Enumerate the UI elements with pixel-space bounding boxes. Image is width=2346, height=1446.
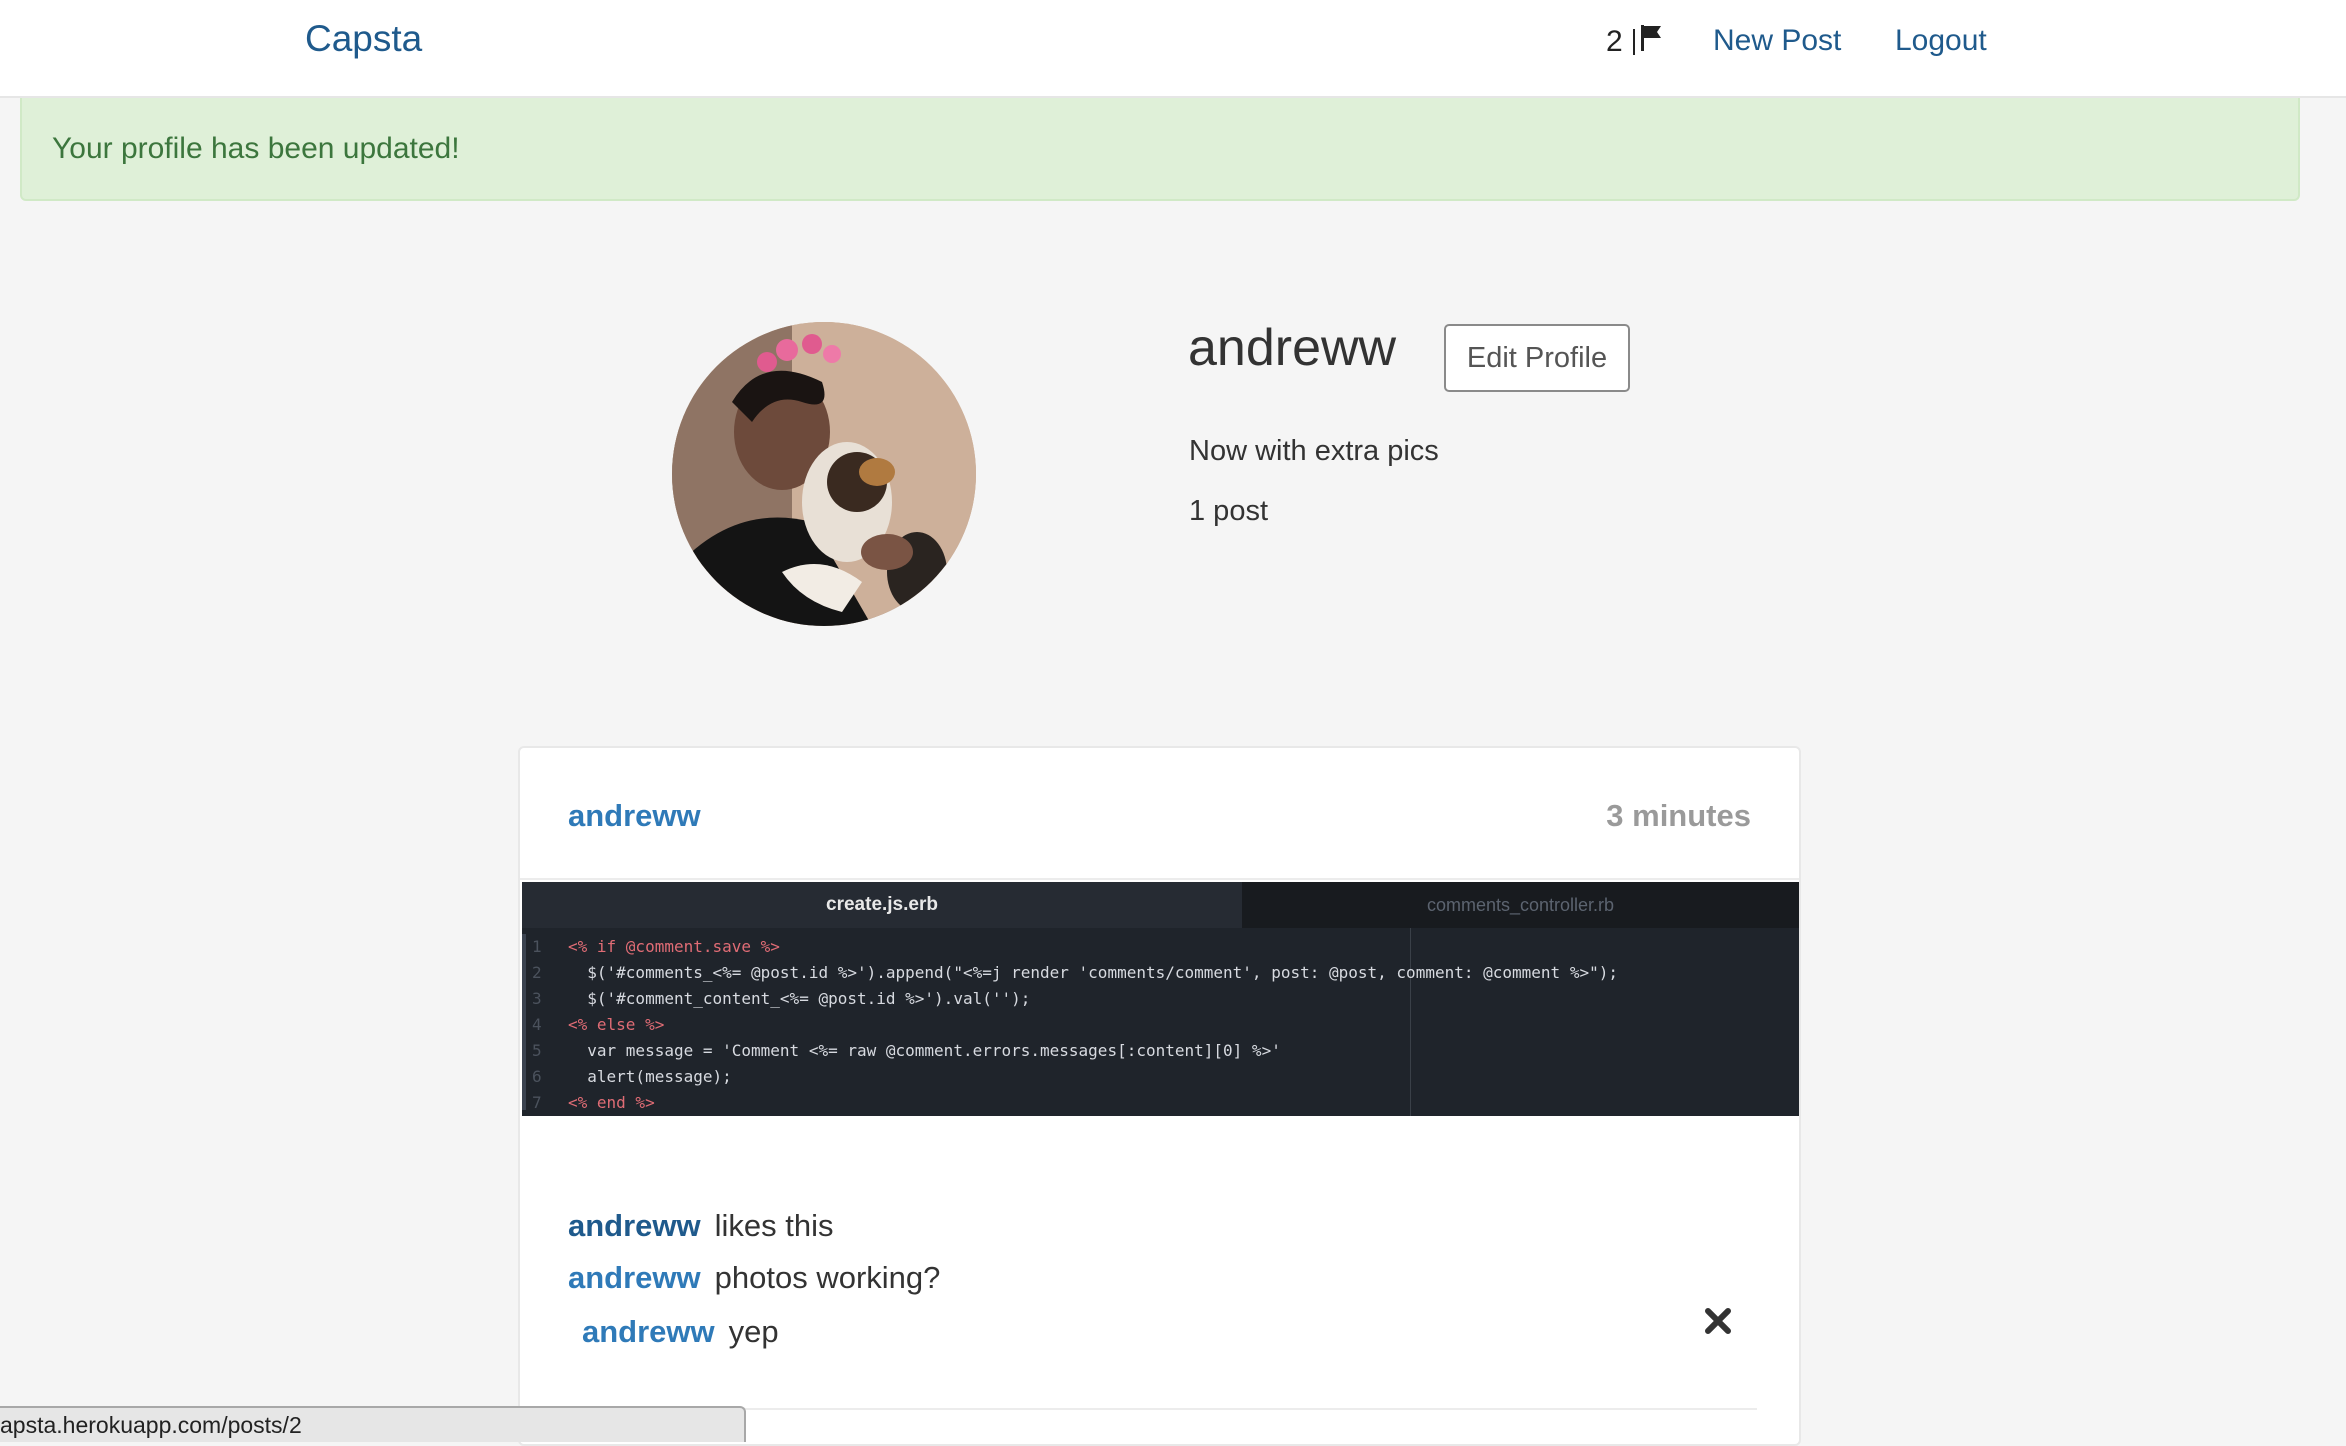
comment-text: photos working? bbox=[714, 1260, 941, 1295]
editor-tabbar: create.js.erb comments_controller.rb bbox=[522, 882, 1799, 928]
code-line: 3 $('#comment_content_<%= @post.id %>').… bbox=[522, 986, 1030, 1012]
status-url: apsta.herokuapp.com/posts/2 bbox=[0, 1412, 302, 1438]
likes-text: likes this bbox=[714, 1208, 834, 1243]
comment-item: andreww yep bbox=[582, 1314, 779, 1350]
navbar: Capsta 2 New Post Logout bbox=[0, 0, 2346, 98]
browser-status-bar: apsta.herokuapp.com/posts/2 bbox=[0, 1406, 746, 1442]
post-author-link[interactable]: andreww bbox=[568, 798, 701, 834]
code-line: 6 alert(message); bbox=[522, 1064, 732, 1090]
comment-text: yep bbox=[728, 1314, 779, 1349]
code-line-text: <% else %> bbox=[568, 1015, 665, 1034]
comment-user-link[interactable]: andreww bbox=[568, 1260, 701, 1295]
code-line-number: 5 bbox=[532, 1041, 542, 1060]
post-time: 3 minutes bbox=[1606, 798, 1751, 833]
comment-item: andreww photos working? bbox=[568, 1260, 940, 1296]
code-line: 1 <% if @comment.save %> bbox=[522, 934, 780, 960]
notifications-button[interactable]: 2 bbox=[1606, 25, 1663, 59]
flag-icon bbox=[1640, 25, 1663, 59]
comment-user-link[interactable]: andreww bbox=[582, 1314, 715, 1349]
code-line: 4 <% else %> bbox=[522, 1012, 664, 1038]
likes-row: andreww likes this bbox=[568, 1208, 834, 1244]
code-line-number: 3 bbox=[532, 989, 542, 1008]
code-line: 2 $('#comments_<%= @post.id %>').append(… bbox=[522, 960, 1618, 986]
code-line-text: <% end %> bbox=[568, 1093, 655, 1112]
card-divider bbox=[520, 878, 1799, 880]
code-line-number: 4 bbox=[532, 1015, 542, 1034]
code-line-text: alert(message); bbox=[568, 1067, 732, 1086]
like-user-link[interactable]: andreww bbox=[568, 1208, 701, 1243]
code-line: 7 <% end %> bbox=[522, 1090, 655, 1116]
code-line-text: $('#comments_<%= @post.id %>').append("<… bbox=[568, 963, 1618, 982]
profile-updated-alert: Your profile has been updated! bbox=[20, 98, 2300, 201]
profile-post-count: 1 post bbox=[1189, 495, 1268, 527]
alert-message: Your profile has been updated! bbox=[52, 132, 460, 165]
code-line-number: 7 bbox=[532, 1093, 542, 1112]
profile-bio: Now with extra pics bbox=[1189, 435, 1439, 467]
editor-tab-active: create.js.erb bbox=[522, 882, 1242, 928]
code-line: 5 var message = 'Comment <%= raw @commen… bbox=[522, 1038, 1281, 1064]
code-line-number: 2 bbox=[532, 963, 542, 982]
edit-profile-button[interactable]: Edit Profile bbox=[1444, 324, 1630, 392]
delete-comment-close-icon[interactable] bbox=[1703, 1306, 1733, 1336]
notification-divider bbox=[1632, 29, 1635, 55]
post-card: andreww 3 minutes create.js.erb comments… bbox=[518, 746, 1801, 1446]
comment-form-divider bbox=[568, 1408, 1757, 1410]
code-line-number: 1 bbox=[532, 937, 542, 956]
logout-link[interactable]: Logout bbox=[1895, 24, 1987, 58]
profile-avatar bbox=[672, 322, 976, 626]
profile-username: andreww bbox=[1188, 319, 1397, 377]
notification-count: 2 bbox=[1606, 25, 1623, 58]
code-line-text: var message = 'Comment <%= raw @comment.… bbox=[568, 1041, 1281, 1060]
code-line-text: <% if @comment.save %> bbox=[568, 937, 780, 956]
editor-wrap-guide bbox=[1410, 928, 1411, 1116]
new-post-link[interactable]: New Post bbox=[1713, 24, 1841, 58]
editor-tab-inactive: comments_controller.rb bbox=[1426, 895, 1615, 915]
code-line-text: $('#comment_content_<%= @post.id %>').va… bbox=[568, 989, 1031, 1008]
code-line-number: 6 bbox=[532, 1067, 542, 1086]
brand-link[interactable]: Capsta bbox=[305, 18, 422, 60]
post-image[interactable]: create.js.erb comments_controller.rb 1 <%… bbox=[522, 882, 1799, 1116]
